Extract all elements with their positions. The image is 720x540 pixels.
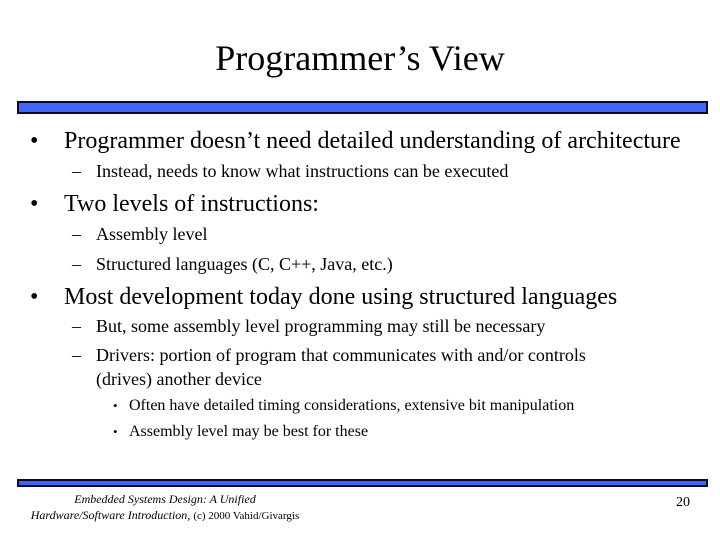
bullet-text: Two levels of instructions: bbox=[64, 191, 319, 217]
footer-credit: Embedded Systems Design: A Unified Hardw… bbox=[0, 491, 330, 524]
sub-bullet-text: But, some assembly level programming may… bbox=[96, 316, 546, 336]
sub-sub-bullet-text: Often have detailed timing consideration… bbox=[129, 397, 575, 414]
bullet-marker: • bbox=[113, 424, 118, 439]
sub-bullet-text: Instead, needs to know what instructions… bbox=[96, 161, 509, 181]
footer-copyright: (c) 2000 Vahid/Givargis bbox=[193, 510, 300, 522]
page-number: 20 bbox=[676, 495, 690, 510]
title-divider-bar bbox=[17, 101, 708, 114]
sub-bullet-text: (drives) another device bbox=[96, 369, 262, 389]
bullet-marker: • bbox=[30, 191, 39, 217]
dash-marker: – bbox=[72, 345, 81, 365]
bullet-marker: • bbox=[113, 398, 118, 413]
bullet-marker: • bbox=[30, 284, 39, 310]
dash-marker: – bbox=[72, 316, 81, 336]
sub-bullet-text: Drivers: portion of program that communi… bbox=[96, 345, 586, 365]
slide-title: Programmer’s View bbox=[215, 38, 505, 78]
bullet-text: Programmer doesn’t need detailed underst… bbox=[64, 128, 681, 154]
footer-book-title-line2: Hardware/Software Introduction, (c) 2000… bbox=[0, 507, 330, 524]
bullet-marker: • bbox=[30, 128, 39, 154]
dash-marker: – bbox=[72, 224, 81, 244]
bullet-text: Most development today done using struct… bbox=[64, 284, 618, 310]
footer-book-title: Hardware/Software Introduction, bbox=[30, 508, 191, 522]
sub-sub-bullet-text: Assembly level may be best for these bbox=[129, 423, 369, 440]
footer-divider-bar bbox=[17, 479, 708, 487]
sub-bullet-text: Assembly level bbox=[96, 224, 208, 244]
dash-marker: – bbox=[72, 161, 81, 181]
sub-bullet-text: Structured languages (C, C++, Java, etc.… bbox=[96, 254, 393, 274]
footer-book-title-line1: Embedded Systems Design: A Unified bbox=[74, 492, 256, 506]
dash-marker: – bbox=[72, 254, 81, 274]
